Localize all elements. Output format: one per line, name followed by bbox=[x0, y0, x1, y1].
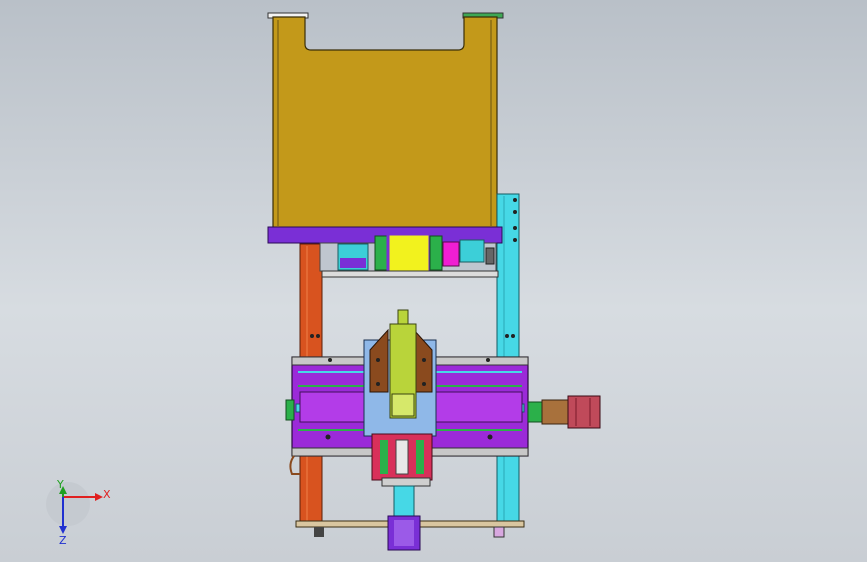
cad-viewport[interactable]: X Y Z bbox=[0, 0, 867, 562]
axis-z-label: Z bbox=[59, 534, 67, 547]
axis-x-label: X bbox=[103, 488, 111, 501]
carriage-assembly bbox=[363, 309, 437, 437]
yellow-block bbox=[386, 232, 432, 274]
axis-triad-icon: X Y Z bbox=[46, 478, 111, 547]
side-motor bbox=[527, 395, 601, 429]
lower-slide bbox=[371, 433, 433, 487]
hopper-body bbox=[272, 16, 498, 229]
bottom-drive bbox=[295, 485, 525, 551]
axis-y-label: Y bbox=[56, 478, 64, 491]
hopper-assembly bbox=[267, 12, 504, 229]
pink-block bbox=[442, 241, 460, 267]
